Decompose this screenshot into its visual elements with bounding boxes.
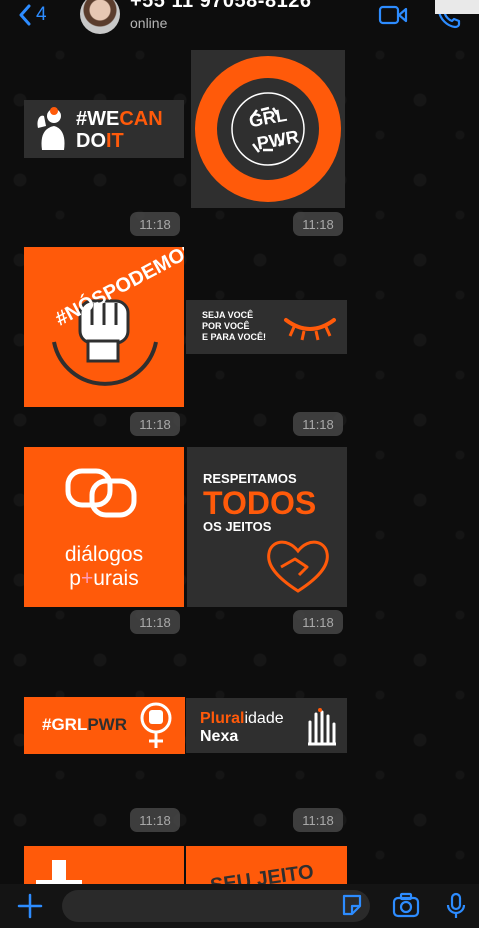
contact-name: +55 11 97058-8126 [130,0,312,12]
message-time: 11:18 [293,610,343,634]
raised-hands-icon [308,708,336,746]
unread-count: 4 [36,4,47,25]
sticker-respeitamos-todos[interactable]: RESPEITAMOS TODOS OS JEITOS [187,447,347,607]
sejavoce-line3: E PARA VOCÊ! [202,332,267,342]
message-time: 11:18 [293,412,343,436]
wecandoit-line2: DOIT [76,130,124,152]
microphone-icon[interactable] [446,892,466,920]
avatar[interactable] [80,0,120,34]
camera-icon[interactable] [392,892,420,918]
message-time: 11:18 [130,808,180,832]
venus-fist-icon [140,702,172,748]
message-time: 11:18 [130,412,180,436]
message-input-bar [0,884,479,928]
plus-icon[interactable] [16,892,44,920]
sejavoce-line2: POR VOCÊ [202,321,250,331]
sticker-grlpwr[interactable]: #GRLPWR [24,697,185,754]
dialogos-line1: diálogos [64,543,144,566]
pluralidade-line2: Nexa [200,728,239,745]
closed-eye-icon [284,318,336,341]
message-list[interactable]: #WECAN DOIT 11:18 GRL PWR 11:18 #NÓSPODE… [0,44,479,884]
sticker-wecandoit[interactable]: #WECAN DOIT [24,100,184,158]
sticker-icon[interactable] [340,892,364,918]
video-call-icon[interactable] [378,4,408,26]
message-time: 11:18 [293,212,343,236]
sticker-juntas-somos-melhores[interactable]: GRL PWR [191,50,345,208]
message-input[interactable] [62,890,370,922]
heart-handshake-icon [267,540,329,593]
contact-info[interactable]: +55 11 97058-8126 online [130,0,311,31]
grlpwr-text: #GRLPWR [42,715,128,734]
dialogos-line2: p+urais [69,567,139,590]
chat-header: 4 +55 11 97058-8126 online [0,0,479,44]
sticker-dialogos-plurais[interactable]: diálogos p+urais [24,447,184,607]
message-time: 11:18 [130,610,180,634]
sticker-pluralidade-nexa[interactable]: Pluralidade Nexa [186,698,347,753]
respeitamos-line3: OS JEITOS [203,519,272,534]
message-time: 11:18 [293,808,343,832]
sticker-seja-voce[interactable]: SEJA VOCÊ POR VOCÊ E PARA VOCÊ! [186,300,347,354]
plus-shape-icon [36,860,82,884]
contact-status: online [130,15,168,31]
back-button[interactable]: 4 [18,4,47,26]
raised-arm-woman-icon [37,107,65,150]
respeitamos-line2: TODOS [203,485,317,521]
pluralidade-line1: Pluralidade [200,710,284,727]
sticker-nos-podemos[interactable]: #NÓSPODEMOS [24,247,184,407]
speech-bubbles-icon [65,468,137,518]
chevron-left-icon [19,4,31,26]
status-bar-edge [435,0,479,14]
sticker-seu-jeito[interactable]: SEU JEITO [186,846,347,884]
sticker-partial-left[interactable] [24,846,184,884]
sejavoce-line1: SEJA VOCÊ [202,310,254,320]
message-time: 11:18 [130,212,180,236]
seujeito-text: SEU JEITO [208,860,316,884]
wecandoit-line1: #WECAN [76,108,163,130]
respeitamos-line1: RESPEITAMOS [203,471,297,486]
